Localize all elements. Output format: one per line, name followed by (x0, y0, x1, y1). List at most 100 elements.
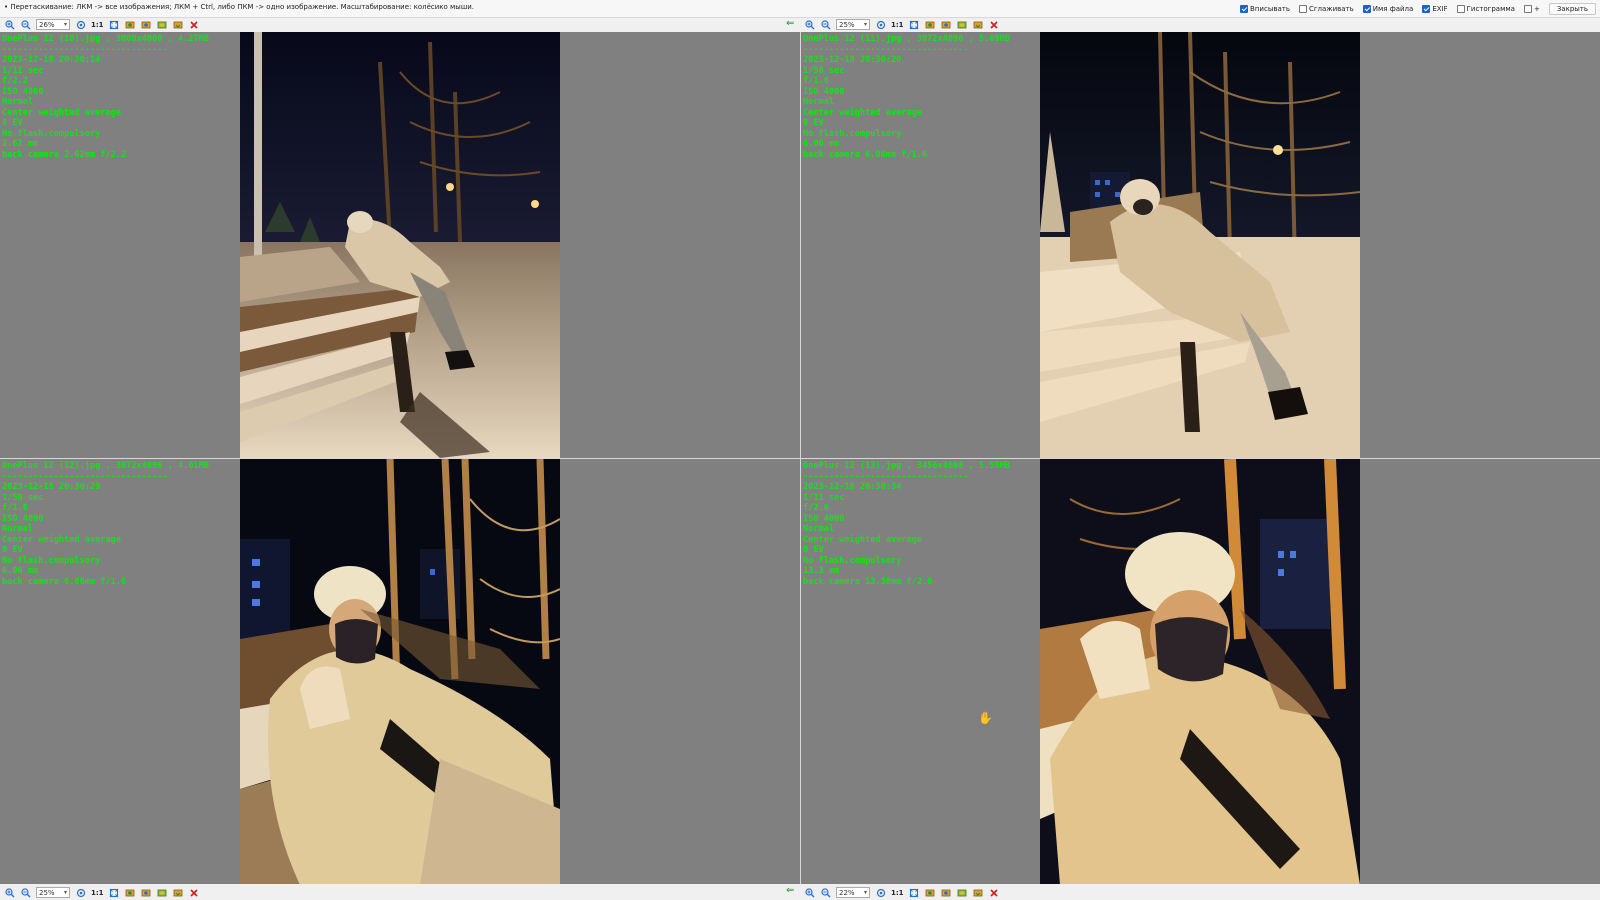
image-panel-2[interactable]: OnePlus 12 (11).jpg , 3072x4096 , 5.69MB… (801, 32, 1600, 458)
exif-overlay: OnePlus 12 (10).jpg , 3000x4000 , 4.27MB… (2, 34, 209, 160)
zoom-in-icon[interactable] (804, 887, 815, 898)
photo-2[interactable] (1040, 32, 1360, 458)
exif-ev: 0 EV (2, 118, 23, 128)
rotate-right-icon[interactable] (941, 887, 952, 898)
fit-icon[interactable] (75, 887, 86, 898)
separator-line: -------------------------------- (2, 471, 168, 482)
zoom-in-icon[interactable] (4, 19, 15, 30)
copy-icon[interactable] (957, 887, 968, 898)
histogram-checkbox[interactable] (1456, 5, 1465, 13)
fullscreen-icon[interactable] (909, 887, 920, 898)
close-icon[interactable] (189, 887, 200, 898)
zoom-select[interactable]: 25% ▾ (36, 887, 70, 898)
exif-datetime: 2023-12-18 20:30:20 (803, 55, 902, 65)
rotate-right-icon[interactable] (141, 19, 152, 30)
fullscreen-icon[interactable] (909, 19, 920, 30)
copy-icon[interactable] (157, 19, 168, 30)
exif-datetime: 2023-12-18 20:30:29 (2, 482, 101, 492)
exif-iso: ISO 4000 (2, 513, 44, 524)
exif-metering: Center weighted average (2, 107, 121, 118)
exif-flash: No flash,compulsory (2, 555, 101, 566)
rotate-left-icon[interactable] (125, 887, 136, 898)
actual-size-button[interactable]: 1:1 (91, 889, 104, 897)
fit-icon[interactable] (75, 19, 86, 30)
smooth-checkbox[interactable] (1298, 5, 1307, 13)
zoom-out-icon[interactable] (820, 887, 831, 898)
rotate-left-icon[interactable] (925, 19, 936, 30)
rotate-right-icon[interactable] (141, 887, 152, 898)
exif-iso: ISO 4000 (2, 86, 44, 97)
exif-exposure: 1/11 sec (2, 65, 44, 76)
zoom-in-icon[interactable] (804, 19, 815, 30)
arrow-left-icon[interactable]: ⇐ (786, 886, 794, 896)
zoom-in-icon[interactable] (4, 887, 15, 898)
rotate-right-icon[interactable] (941, 19, 952, 30)
save-icon[interactable] (973, 19, 984, 30)
hand-cursor-icon: ✋ (978, 711, 993, 725)
photo-4[interactable] (1040, 459, 1360, 884)
option-label: Имя файла (1372, 5, 1414, 13)
filename-line: OnePlus 12 (12).jpg , 3072x4096 , 4.01MB (2, 461, 209, 471)
exif-focal: 6.06 mm (803, 139, 840, 149)
zoom-select[interactable]: 25% ▾ (836, 19, 870, 30)
exif-exposure: 1/50 sec (803, 65, 845, 76)
copy-icon[interactable] (957, 19, 968, 30)
option-exif[interactable]: EXIF (1422, 5, 1448, 13)
photo-3[interactable] (240, 459, 560, 884)
toolbar-top-right: 25% ▾ 1:1 (804, 17, 1000, 32)
exif-aperture: f/2.2 (2, 76, 28, 86)
option-plus[interactable]: + (1523, 5, 1540, 13)
exif-lens: back camera 6.06mm f/1.6 (2, 576, 127, 587)
exif-lens: back camera 13.30mm f/2.6 (803, 576, 933, 587)
zoom-out-icon[interactable] (820, 19, 831, 30)
rotate-left-icon[interactable] (125, 19, 136, 30)
image-panel-3[interactable]: OnePlus 12 (12).jpg , 3072x4096 , 4.01MB… (0, 459, 800, 884)
actual-size-button[interactable]: 1:1 (91, 21, 104, 29)
close-icon[interactable] (989, 887, 1000, 898)
save-icon[interactable] (973, 887, 984, 898)
actual-size-button[interactable]: 1:1 (891, 889, 904, 897)
rotate-left-icon[interactable] (925, 887, 936, 898)
exif-aperture: f/1.6 (803, 76, 829, 86)
separator-line: -------------------------------- (803, 44, 969, 55)
zoom-out-icon[interactable] (20, 887, 31, 898)
option-smooth[interactable]: Сглаживать (1298, 5, 1354, 13)
image-panel-4[interactable]: OnePlus 12 (13).jpg , 3456x4608 , 5.59MB… (801, 459, 1600, 884)
exif-mode: Normal (803, 97, 835, 107)
fit-icon[interactable] (875, 19, 886, 30)
exif-checkbox[interactable] (1422, 5, 1431, 13)
photo-1[interactable] (240, 32, 560, 458)
fit-checkbox[interactable] (1240, 5, 1249, 13)
exif-ev: 0 EV (803, 545, 824, 555)
save-icon[interactable] (173, 887, 184, 898)
zoom-select[interactable]: 26% ▾ (36, 19, 70, 30)
option-label: EXIF (1432, 5, 1448, 13)
save-icon[interactable] (173, 19, 184, 30)
close-button[interactable]: Закрыть (1548, 3, 1596, 15)
usage-hint: • Перетаскивание: ЛКМ -> все изображения… (4, 3, 475, 11)
filename-checkbox[interactable] (1362, 5, 1371, 13)
option-filename[interactable]: Имя файла (1362, 5, 1414, 13)
option-histogram[interactable]: Гистограмма (1456, 5, 1515, 13)
toolbar-bottom-right: 22% ▾ 1:1 (804, 885, 1000, 900)
close-icon[interactable] (189, 19, 200, 30)
fit-icon[interactable] (875, 887, 886, 898)
exif-flash: No flash,compulsory (803, 128, 902, 139)
copy-icon[interactable] (157, 887, 168, 898)
filename-line: OnePlus 12 (11).jpg , 3072x4096 , 5.69MB (803, 34, 1010, 44)
zoom-select[interactable]: 22% ▾ (836, 887, 870, 898)
chevron-down-icon: ▾ (63, 889, 67, 896)
actual-size-button[interactable]: 1:1 (891, 21, 904, 29)
option-fit[interactable]: Вписывать (1240, 5, 1290, 13)
close-icon[interactable] (989, 19, 1000, 30)
image-panel-1[interactable]: OnePlus 12 (10).jpg , 3000x4000 , 4.27MB… (0, 32, 800, 458)
option-label: Гистограмма (1466, 5, 1515, 13)
zoom-out-icon[interactable] (20, 19, 31, 30)
arrow-left-icon[interactable]: ⇐ (786, 19, 794, 29)
fullscreen-icon[interactable] (109, 887, 120, 898)
exif-metering: Center weighted average (2, 534, 121, 545)
view-options: Вписывать Сглаживать Имя файла EXIF Гист… (1240, 2, 1596, 16)
fullscreen-icon[interactable] (109, 19, 120, 30)
plus-checkbox[interactable] (1523, 5, 1532, 13)
exif-datetime: 2023-12-18 20:30:34 (803, 482, 902, 492)
